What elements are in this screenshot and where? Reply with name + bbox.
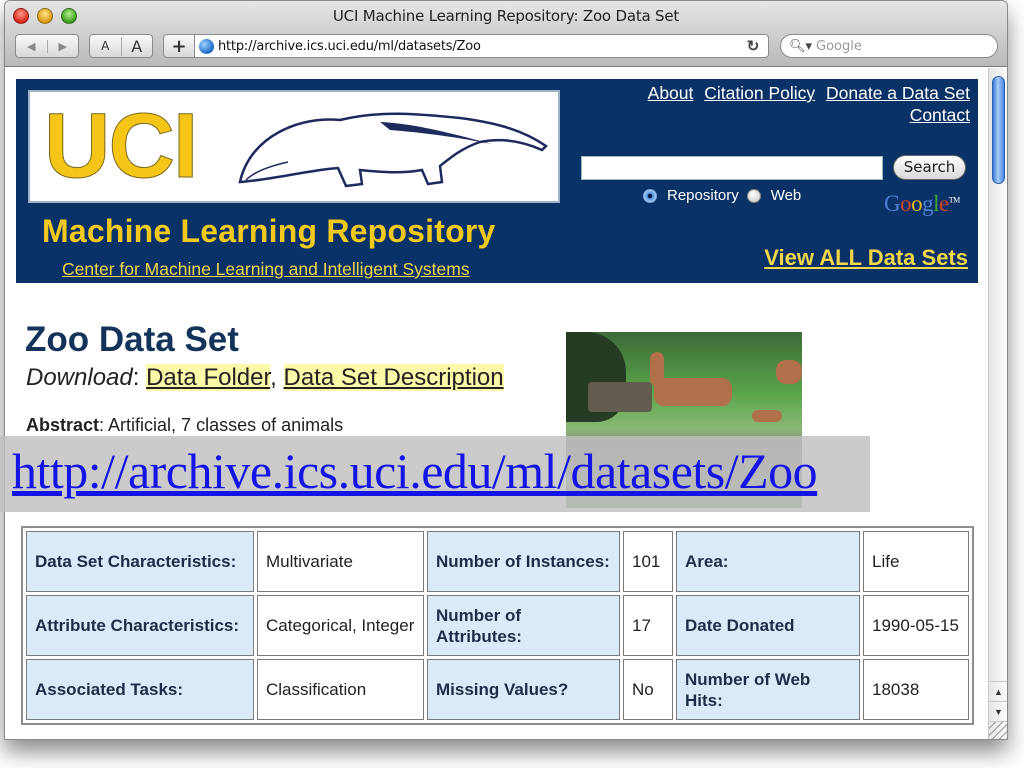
dataset-details-table: Data Set Characteristics: Multivariate N… <box>21 526 974 725</box>
donate-data-set-link[interactable]: Donate a Data Set <box>826 83 970 103</box>
table-row: Attribute Characteristics: Categorical, … <box>26 595 969 656</box>
table-label-cell: Number of Web Hits: <box>676 659 860 720</box>
browser-window: UCI Machine Learning Repository: Zoo Dat… <box>4 0 1008 740</box>
page-content: UCI Machine Learning Repository Center f… <box>5 68 989 739</box>
table-row: Associated Tasks: Classification Missing… <box>26 659 969 720</box>
table-label-cell: Number of Instances: <box>427 531 620 592</box>
citation-policy-link[interactable]: Citation Policy <box>704 83 815 103</box>
table-value-cell: No <box>623 659 673 720</box>
site-search-button[interactable]: Search <box>893 155 966 180</box>
view-all-data-sets-link[interactable]: View ALL Data Sets <box>764 245 968 271</box>
data-set-description-link[interactable]: Data Set Description <box>283 364 504 391</box>
site-search-input[interactable] <box>581 156 883 180</box>
table-value-cell: 17 <box>623 595 673 656</box>
google-tm: TM <box>948 195 961 205</box>
text-size-group: A A <box>89 34 153 58</box>
table-value-cell: Classification <box>257 659 424 720</box>
globe-icon <box>199 38 214 54</box>
photo-deer <box>650 352 664 386</box>
table-label-cell: Attribute Characteristics: <box>26 595 254 656</box>
photo-deer <box>752 410 782 422</box>
about-link[interactable]: About <box>648 83 694 103</box>
window-title: UCI Machine Learning Repository: Zoo Dat… <box>332 7 680 25</box>
dataset-url-link[interactable]: http://archive.ics.uci.edu/ml/datasets/Z… <box>12 442 818 500</box>
forward-arrow-icon[interactable]: ▶ <box>46 39 79 53</box>
anteater-icon <box>238 112 548 188</box>
table-value-cell: 18038 <box>863 659 969 720</box>
browser-search-placeholder: Google <box>816 38 862 54</box>
web-radio[interactable] <box>746 188 761 203</box>
nav-button-group: ◀ ▶ <box>15 34 79 58</box>
browser-search-field[interactable]: 🔍︎▾ Google <box>780 34 998 58</box>
table-row: Data Set Characteristics: Multivariate N… <box>26 531 969 592</box>
photo-deer <box>654 378 732 406</box>
download-label: Download <box>26 364 133 391</box>
table-label-cell: Area: <box>676 531 860 592</box>
reload-icon[interactable]: ↻ <box>744 37 762 55</box>
magnifier-icon[interactable]: 🔍︎▾ <box>789 39 812 54</box>
back-arrow-icon[interactable]: ◀ <box>16 40 47 53</box>
web-radio-label: Web <box>770 187 802 204</box>
abstract-text: Artificial, 7 classes of animals <box>108 415 344 435</box>
data-folder-link[interactable]: Data Folder <box>146 364 271 391</box>
title-bar: UCI Machine Learning Repository: Zoo Dat… <box>5 1 1007 67</box>
site-header-banner: UCI Machine Learning Repository Center f… <box>16 79 978 283</box>
address-bar[interactable]: http://archive.ics.uci.edu/ml/datasets/Z… <box>194 34 769 58</box>
table-value-cell: Multivariate <box>257 531 424 592</box>
scroll-down-arrow-icon[interactable]: ▼ <box>989 701 1007 721</box>
address-bar-url[interactable]: http://archive.ics.uci.edu/ml/datasets/Z… <box>218 39 744 54</box>
table-label-cell: Data Set Characteristics: <box>26 531 254 592</box>
repository-radio[interactable] <box>643 188 657 203</box>
scroll-up-arrow-icon[interactable]: ▲ <box>989 681 1007 701</box>
table-label-cell: Date Donated <box>676 595 860 656</box>
vertical-scrollbar[interactable]: ▲ ▼ <box>988 68 1007 739</box>
abstract: Abstract: Artificial, 7 classes of anima… <box>26 415 344 435</box>
table-value-cell: Categorical, Integer <box>257 595 424 656</box>
table-label-cell: Missing Values? <box>427 659 620 720</box>
abstract-label: Abstract <box>26 415 100 435</box>
scrollbar-thumb[interactable] <box>992 76 1005 184</box>
photo-well <box>588 382 652 412</box>
search-scope-radio-group: Repository Web <box>643 187 801 204</box>
repository-radio-label: Repository <box>667 187 739 204</box>
add-bookmark-button[interactable]: + <box>163 34 195 58</box>
header-nav: About Citation Policy Donate a Data Set … <box>570 82 970 126</box>
text-smaller-button[interactable]: A <box>90 39 121 53</box>
uci-logo-text: UCI <box>43 95 198 197</box>
center-link[interactable]: Center for Machine Learning and Intellig… <box>62 259 470 280</box>
table-label-cell: Number of Attributes: <box>427 595 620 656</box>
photo-deer <box>776 360 802 384</box>
download-line: Download: Data Folder, Data Set Descript… <box>26 364 504 391</box>
repository-title: Machine Learning Repository <box>42 213 496 249</box>
dataset-title: Zoo Data Set <box>25 320 239 359</box>
resize-grip-icon[interactable] <box>989 721 1007 739</box>
uci-logo[interactable]: UCI <box>28 90 560 203</box>
url-caption-overlay: http://archive.ics.uci.edu/ml/datasets/Z… <box>0 436 870 512</box>
text-larger-button[interactable]: A <box>120 36 153 56</box>
table-label-cell: Associated Tasks: <box>26 659 254 720</box>
table-value-cell: 1990-05-15 <box>863 595 969 656</box>
table-value-cell: Life <box>863 531 969 592</box>
contact-link[interactable]: Contact <box>910 105 970 125</box>
table-value-cell: 101 <box>623 531 673 592</box>
google-logo: GoogleTM <box>884 191 961 216</box>
